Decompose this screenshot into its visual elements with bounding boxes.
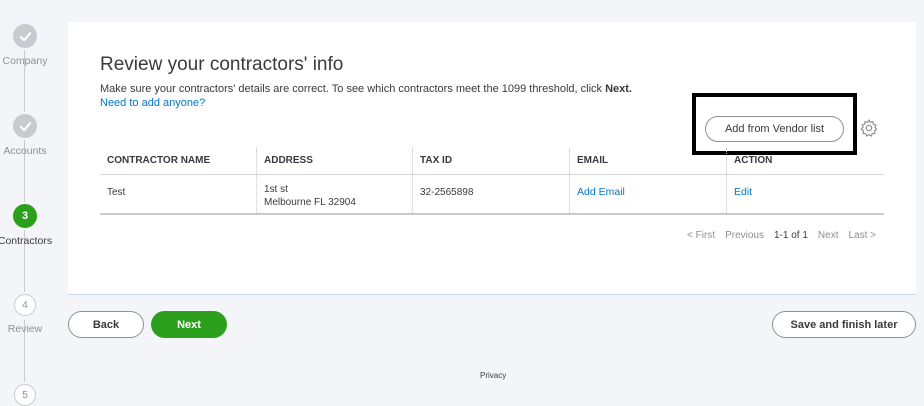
step-contractors: 3 Contractors	[0, 204, 52, 247]
privacy-link[interactable]: Privacy	[480, 371, 506, 380]
contractor-address: 1st st Melbourne FL 32904	[257, 175, 413, 213]
pager-previous[interactable]: Previous	[725, 230, 764, 241]
step-label: Review	[7, 323, 43, 335]
address-line-2: Melbourne FL 32904	[264, 197, 356, 208]
save-and-finish-later-button[interactable]: Save and finish later	[772, 311, 916, 338]
checkmark-icon	[13, 114, 37, 138]
address-line-1: 1st st	[264, 184, 288, 195]
step-number: 4	[14, 294, 36, 316]
column-header-address: ADDRESS	[257, 148, 413, 174]
step-label: Accounts	[3, 145, 47, 157]
edit-link[interactable]: Edit	[734, 186, 752, 198]
column-header-action: ACTION	[734, 155, 773, 166]
checkmark-icon	[13, 24, 37, 48]
pager-first[interactable]: < First	[687, 230, 715, 241]
action-cell: Edit	[727, 175, 884, 213]
column-header-name: CONTRACTOR NAME	[100, 148, 257, 174]
back-button[interactable]: Back	[68, 311, 144, 338]
contractors-table: CONTRACTOR NAME ADDRESS TAX ID EMAIL ACT…	[100, 148, 884, 215]
subtitle-bold: Next.	[605, 83, 632, 95]
pager-range: 1-1 of 1	[773, 230, 808, 241]
step-number: 3	[13, 204, 37, 228]
progress-stepper: Company Accounts 3 Contractors 4 Review …	[0, 0, 58, 406]
step-label: Contractors	[0, 235, 53, 247]
email-cell: Add Email	[570, 175, 727, 213]
table-header-row: CONTRACTOR NAME ADDRESS TAX ID EMAIL ACT…	[100, 148, 884, 175]
page-title: Review your contractors' info	[100, 54, 344, 75]
column-header-email: EMAIL	[570, 148, 727, 174]
review-card: Review your contractors' info Make sure …	[68, 22, 916, 295]
step-five: 5	[0, 384, 50, 406]
next-button[interactable]: Next	[151, 311, 227, 338]
column-header-tax-id: TAX ID	[413, 148, 570, 174]
table-row: Test 1st st Melbourne FL 32904 32-256589…	[100, 175, 884, 215]
gear-icon[interactable]	[859, 118, 879, 138]
pager-next[interactable]: Next	[818, 230, 839, 241]
contractor-name: Test	[100, 175, 257, 213]
subtitle-text: Make sure your contractors' details are …	[100, 83, 606, 95]
step-review: 4 Review	[0, 294, 50, 335]
step-label: Company	[2, 55, 48, 67]
contractor-tax-id: 32-2565898	[413, 175, 570, 213]
page-subtitle: Make sure your contractors' details are …	[100, 83, 632, 95]
pagination: < First Previous 1-1 of 1 Next Last >	[687, 230, 876, 241]
step-accounts: Accounts	[0, 114, 50, 157]
add-from-vendor-list-button[interactable]: Add from Vendor list	[705, 116, 844, 142]
step-number: 5	[14, 384, 36, 406]
pager-last[interactable]: Last >	[848, 230, 876, 241]
need-to-add-link[interactable]: Need to add anyone?	[100, 97, 205, 109]
add-email-link[interactable]: Add Email	[577, 186, 625, 198]
step-company: Company	[0, 24, 50, 67]
